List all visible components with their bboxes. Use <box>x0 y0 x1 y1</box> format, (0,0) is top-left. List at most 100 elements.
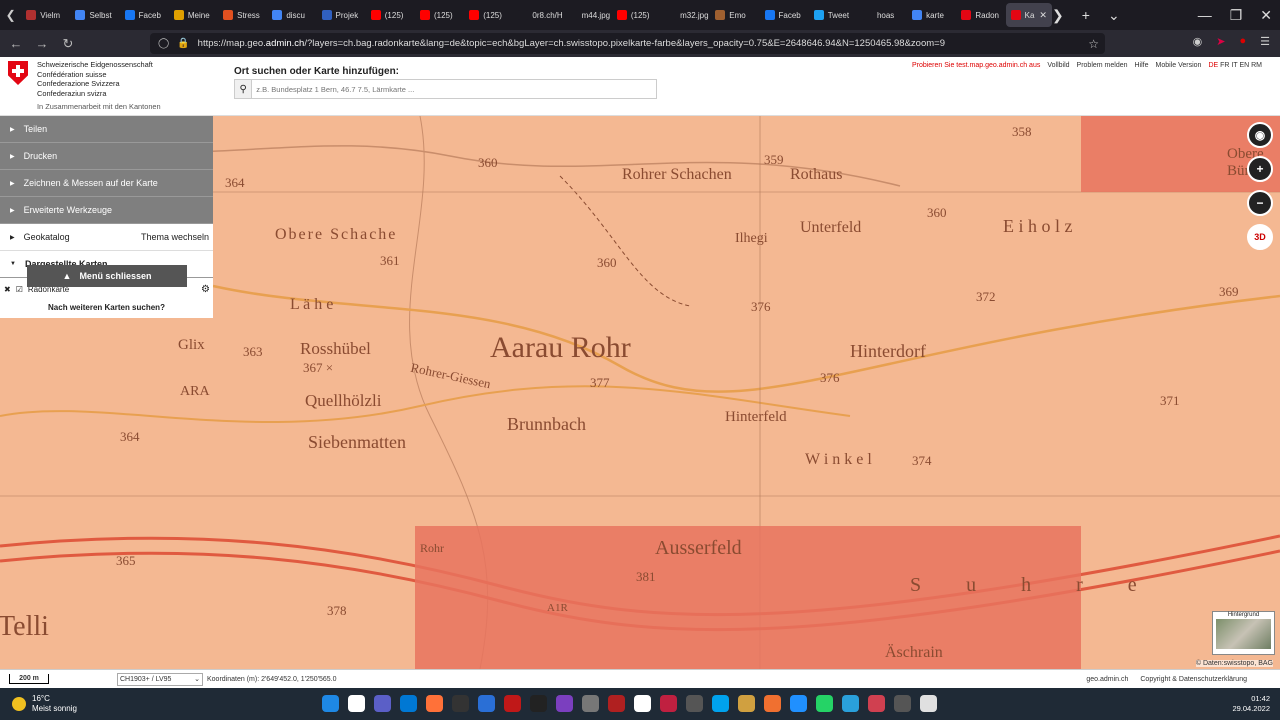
browser-tab[interactable]: m32.jpg <box>661 3 710 27</box>
background-selector[interactable]: Hintergrund <box>1212 611 1275 655</box>
sidebar-item-print[interactable]: ▶ Drucken <box>0 143 213 170</box>
browser-tab[interactable]: 0r8.ch/H <box>513 3 563 27</box>
browser-tab[interactable]: Radon <box>956 3 1005 27</box>
copyright-link[interactable]: Copyright & Datenschutzerklärung <box>1140 676 1247 683</box>
browser-tab[interactable]: Selbst <box>70 3 119 27</box>
taskbar-app-icon[interactable] <box>686 695 703 712</box>
taskbar-app-icon[interactable] <box>426 695 443 712</box>
taskbar-app-icon[interactable] <box>660 695 677 712</box>
close-menu-button[interactable]: ▲ Menü schliessen <box>27 265 187 287</box>
taskbar-app-icon[interactable] <box>452 695 469 712</box>
search-input[interactable] <box>252 84 656 94</box>
taskbar-app-icon[interactable] <box>790 695 807 712</box>
weather-widget[interactable]: 16°C Meist sonnig <box>12 694 77 714</box>
sidebar-item-share[interactable]: ▶ Teilen <box>0 116 213 143</box>
geolocate-button[interactable]: ◉ <box>1247 122 1273 148</box>
forward-icon[interactable]: → <box>29 36 55 51</box>
browser-tab[interactable]: Emo <box>710 3 759 27</box>
browser-tab[interactable]: Faceb <box>120 3 169 27</box>
taskbar-app-icon[interactable] <box>738 695 755 712</box>
taskbar-app-icon[interactable] <box>634 695 651 712</box>
reload-icon[interactable]: ↻ <box>55 36 81 52</box>
more-maps-link[interactable]: Nach weiteren Karten suchen? <box>0 300 213 318</box>
pocket-icon[interactable]: ◉ <box>1193 35 1203 48</box>
gear-icon[interactable]: ⚙ <box>201 284 210 295</box>
background-thumbnail[interactable] <box>1216 619 1271 649</box>
taskbar-app-icon[interactable] <box>920 695 937 712</box>
taskbar-app-icon[interactable] <box>712 695 729 712</box>
browser-tab[interactable]: Vielm <box>21 3 70 27</box>
taskbar-app-icon[interactable] <box>530 695 547 712</box>
taskbar-app-icon[interactable] <box>400 695 417 712</box>
taskbar-app-icon[interactable] <box>764 695 781 712</box>
lang-active[interactable]: DE <box>1208 62 1218 69</box>
mobile-version-link[interactable]: Mobile Version <box>1156 62 1202 69</box>
browser-tab[interactable]: Tweet <box>809 3 858 27</box>
taskbar-app-icon[interactable] <box>478 695 495 712</box>
taskbar-app-icon[interactable] <box>816 695 833 712</box>
menu-icon[interactable]: ☰ <box>1260 35 1270 48</box>
shield-icon[interactable]: ◯ <box>158 38 169 49</box>
site-link[interactable]: geo.admin.ch <box>1086 676 1128 683</box>
zoom-in-button[interactable]: + <box>1247 156 1273 182</box>
crs-select[interactable]: CH1903+ / LV95 ⌄ <box>117 672 203 686</box>
close-window-icon[interactable]: ✕ <box>1260 7 1272 24</box>
sidebar-item-tools[interactable]: ▶ Erweiterte Werkzeuge <box>0 197 213 224</box>
tab-scroll-left-icon[interactable]: ❮ <box>0 0 21 30</box>
map-attribution[interactable]: © Daten:swisstopo, BAG <box>1195 660 1273 667</box>
test-link[interactable]: Probieren Sie test.map.geo.admin.ch aus <box>912 62 1040 69</box>
taskbar-app-icon[interactable] <box>556 695 573 712</box>
browser-tab[interactable]: Stress <box>218 3 267 27</box>
help-link[interactable]: Hilfe <box>1135 62 1149 69</box>
browser-tab[interactable]: karte <box>907 3 956 27</box>
search-box[interactable]: ⚲ <box>234 79 657 99</box>
taskbar-app-icon[interactable] <box>608 695 625 712</box>
sidebar-item-draw[interactable]: ▶ Zeichnen & Messen auf der Karte <box>0 170 213 197</box>
browser-tab[interactable]: m44.jpg <box>563 3 612 27</box>
browser-tab[interactable]: discu <box>267 3 316 27</box>
taskbar-app-icon[interactable] <box>842 695 859 712</box>
fullscreen-link[interactable]: Vollbild <box>1047 62 1069 69</box>
3d-button[interactable]: 3D <box>1247 224 1273 250</box>
bookmark-star-icon[interactable]: ☆ <box>1088 37 1099 51</box>
search-icon[interactable]: ⚲ <box>235 80 253 98</box>
theme-switch-link[interactable]: Thema wechseln <box>141 232 209 242</box>
url-bar[interactable]: ◯ 🔒 https://map.geo.admin.ch/?layers=ch.… <box>150 33 1105 54</box>
map-label: E i h o l z <box>1003 216 1073 236</box>
new-tab-icon[interactable]: + <box>1082 7 1090 23</box>
taskbar-app-icon[interactable] <box>322 695 339 712</box>
ublock-icon[interactable]: ● <box>1239 35 1246 48</box>
close-tab-icon[interactable]: ✕ <box>1039 10 1047 21</box>
remove-layer-icon[interactable]: ✖ <box>4 285 11 294</box>
system-clock[interactable]: 01:42 29.04.2022 <box>1232 694 1270 714</box>
browser-tab[interactable]: (125) <box>612 3 661 27</box>
tab-scroll-right-icon[interactable]: ❯ <box>1052 7 1064 24</box>
browser-tab[interactable]: Meine <box>169 3 218 27</box>
browser-tab[interactable]: (125) <box>415 3 464 27</box>
browser-tab[interactable]: Projek <box>317 3 366 27</box>
taskbar-app-icon[interactable] <box>348 695 365 712</box>
report-problem-link[interactable]: Problem melden <box>1077 62 1128 69</box>
sidebar-item-geokatalog[interactable]: ▶ Geokatalog Thema wechseln <box>0 224 213 251</box>
zoom-out-button[interactable]: − <box>1247 190 1273 216</box>
taskbar-app-icon[interactable] <box>582 695 599 712</box>
browser-tab[interactable]: (125) <box>464 3 513 27</box>
browser-tab[interactable]: Ka ✕ <box>1005 3 1052 27</box>
taskbar-app-icon[interactable] <box>504 695 521 712</box>
url-text[interactable]: https://map.geo.admin.ch/?layers=ch.bag.… <box>198 38 1089 49</box>
restore-icon[interactable]: ❐ <box>1230 7 1243 24</box>
lang-options[interactable]: FR IT EN RM <box>1220 62 1262 69</box>
minimize-icon[interactable]: — <box>1198 7 1212 23</box>
layer-visibility-checkbox[interactable]: ☑ <box>16 285 23 294</box>
list-all-tabs-icon[interactable]: ⌄ <box>1108 7 1120 24</box>
lock-icon[interactable]: 🔒 <box>177 38 189 49</box>
back-icon[interactable]: ← <box>3 36 29 51</box>
browser-tab[interactable]: (125) <box>366 3 415 27</box>
taskbar-app-icon[interactable] <box>894 695 911 712</box>
extension-arrow-icon[interactable]: ➤ <box>1216 35 1225 48</box>
browser-tab[interactable]: hoas <box>858 3 907 27</box>
taskbar-app-icon[interactable] <box>868 695 885 712</box>
browser-tab[interactable]: Faceb <box>760 3 809 27</box>
taskbar-app-icon[interactable] <box>374 695 391 712</box>
swiss-cross-logo-icon[interactable] <box>8 61 28 85</box>
